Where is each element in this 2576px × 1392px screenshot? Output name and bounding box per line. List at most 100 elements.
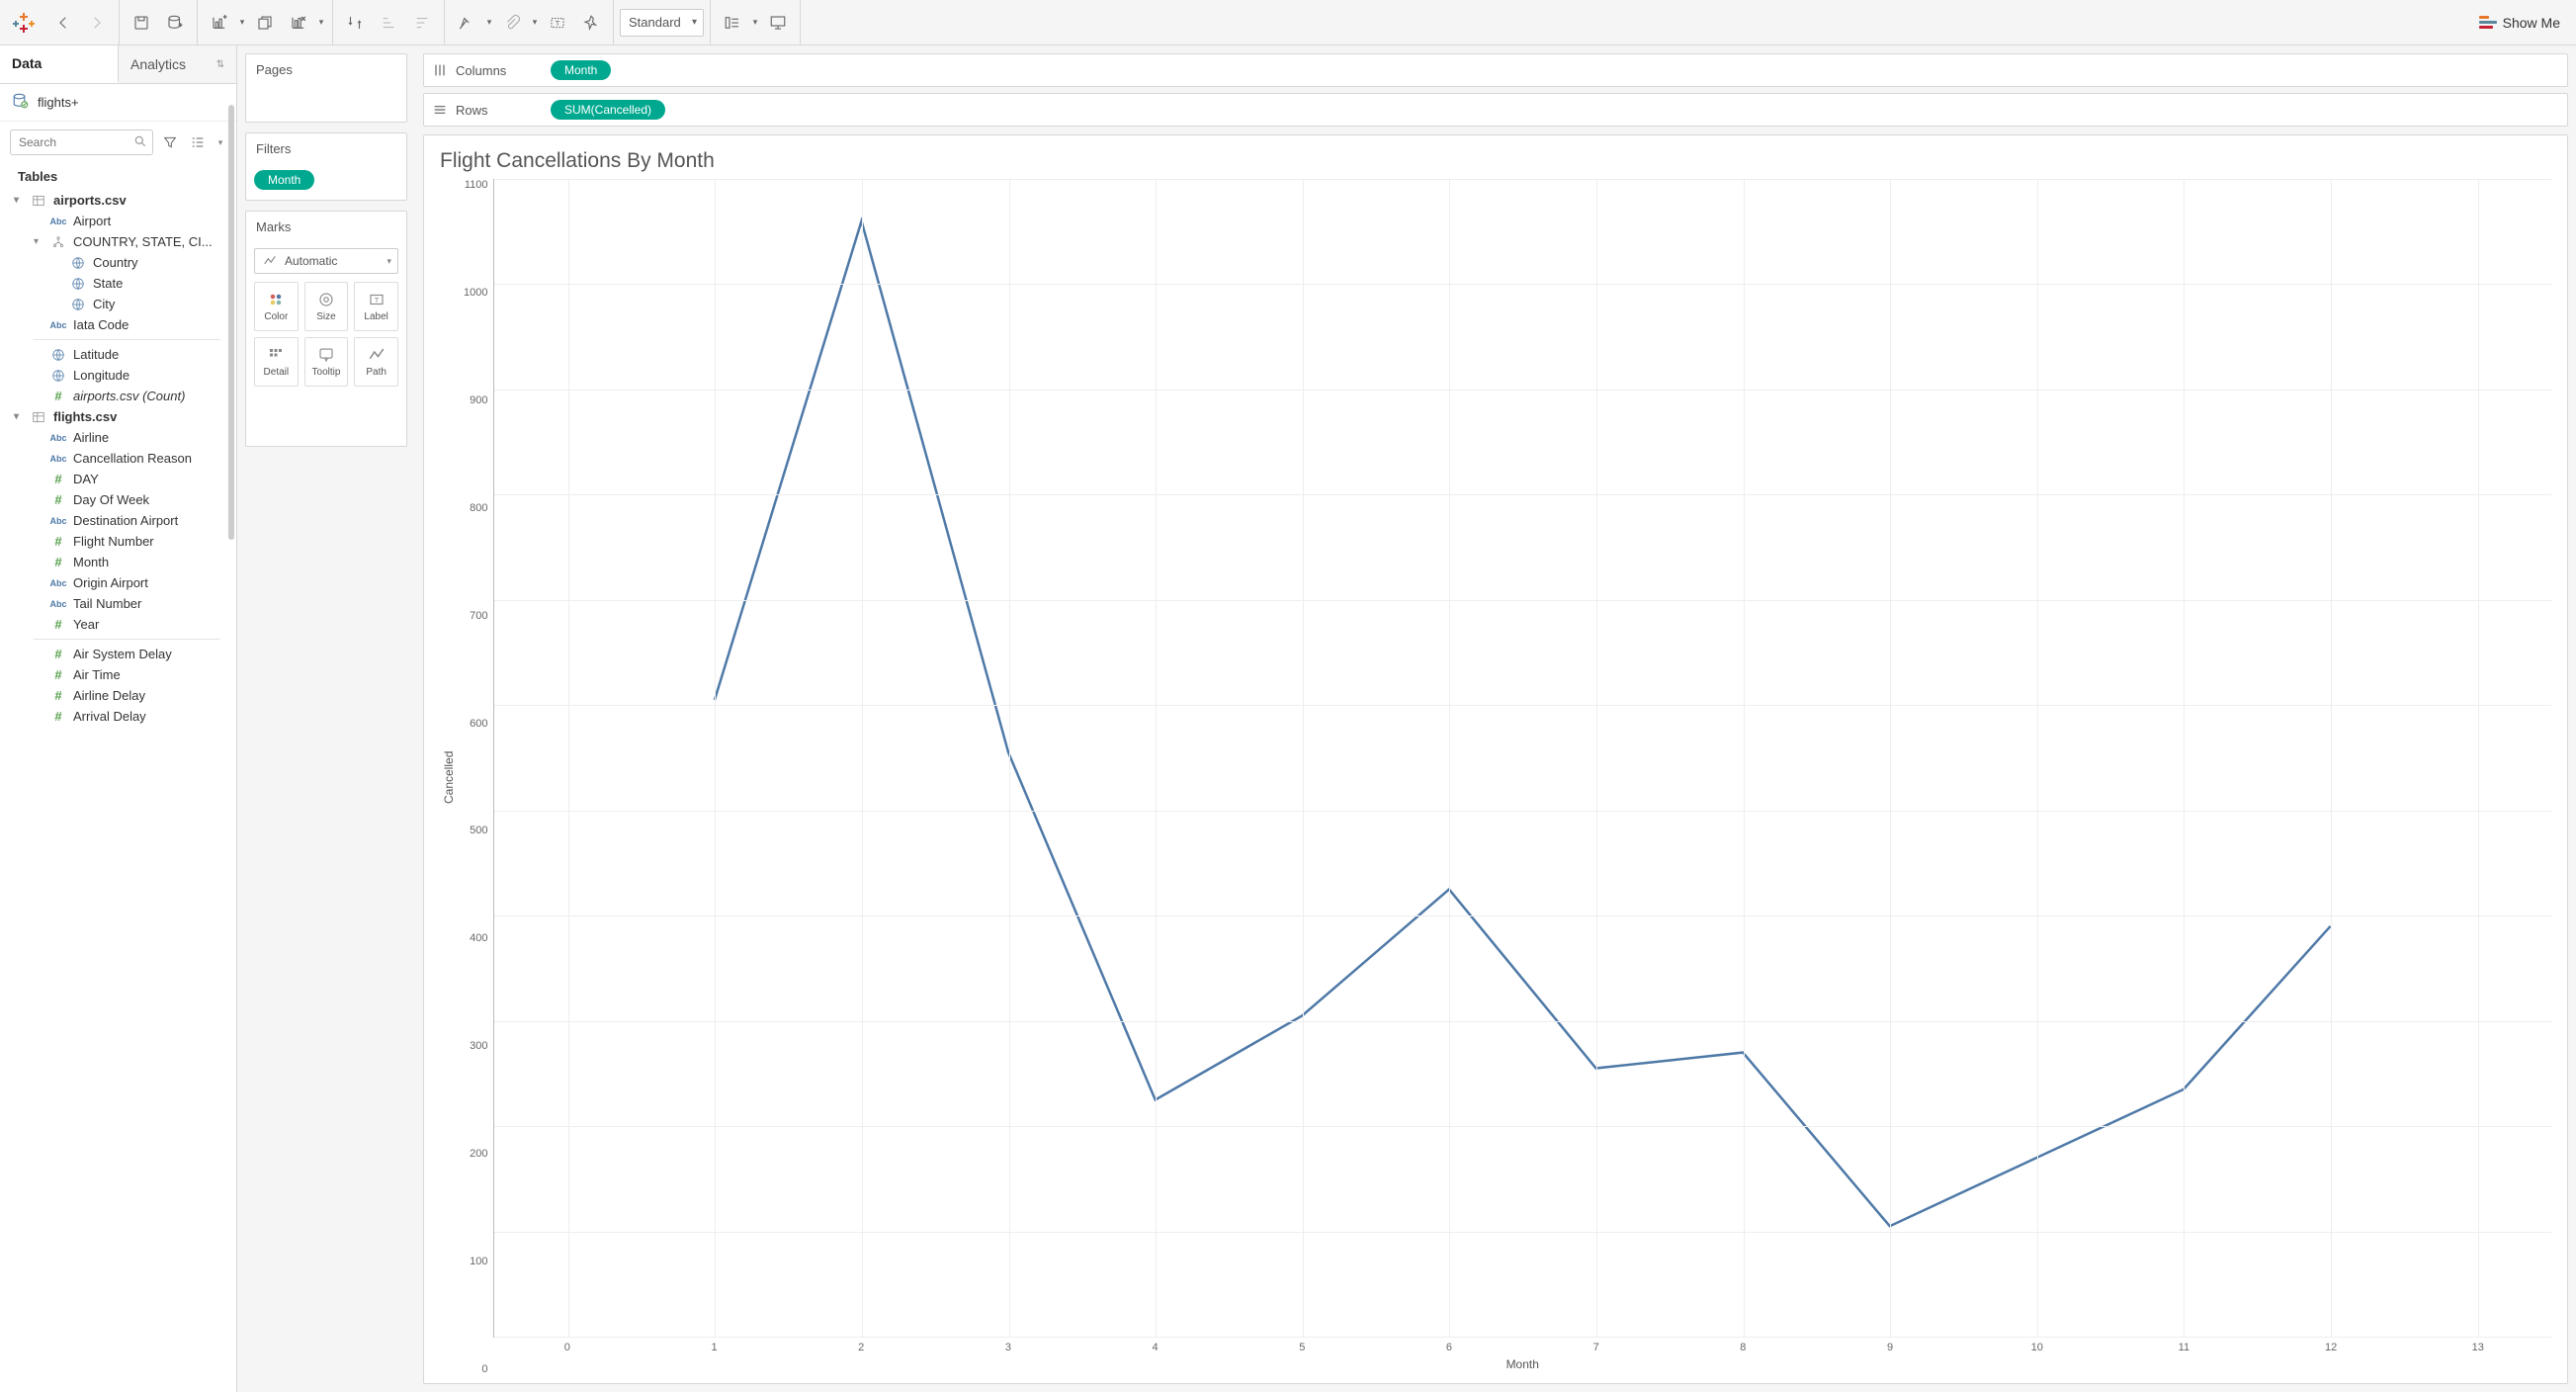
field-row[interactable]: AbcOrigin Airport: [0, 572, 236, 593]
rows-label: Rows: [456, 103, 488, 118]
forward-button[interactable]: [81, 7, 113, 39]
pin-button[interactable]: [575, 7, 607, 39]
marks-title: Marks: [246, 212, 406, 242]
new-worksheet-button[interactable]: [204, 7, 235, 39]
swap-button[interactable]: [339, 7, 371, 39]
show-cards-button[interactable]: [717, 7, 748, 39]
columns-shelf[interactable]: Columns Month: [423, 53, 2568, 87]
field-row[interactable]: #Month: [0, 552, 236, 572]
table-row[interactable]: ▾flights.csv: [0, 406, 236, 427]
marks-label-button[interactable]: TLabel: [354, 282, 398, 331]
svg-text:T: T: [374, 296, 379, 304]
clear-sheet-dropdown[interactable]: ▾: [316, 17, 326, 28]
text-annotation-button[interactable]: T: [542, 7, 573, 39]
field-row[interactable]: #Air System Delay: [0, 644, 236, 664]
datasource-row[interactable]: flights+: [0, 84, 236, 122]
x-axis-ticks: 012345678910111213: [493, 1338, 2551, 1353]
filter-fields-icon[interactable]: [159, 131, 181, 153]
highlight-button[interactable]: [451, 7, 482, 39]
field-row[interactable]: #Day Of Week: [0, 489, 236, 510]
sort-asc-button[interactable]: [373, 7, 404, 39]
datasource-icon: [12, 92, 30, 113]
field-row[interactable]: AbcTail Number: [0, 593, 236, 614]
clear-sheet-button[interactable]: [283, 7, 314, 39]
size-icon: [317, 291, 335, 308]
duplicate-sheet-button[interactable]: [249, 7, 281, 39]
field-row[interactable]: #Airline Delay: [0, 685, 236, 706]
table-row[interactable]: ▾airports.csv: [0, 190, 236, 211]
rows-pill-cancelled[interactable]: SUM(Cancelled): [551, 100, 665, 120]
show-me-button[interactable]: Show Me: [2469, 15, 2570, 31]
field-row[interactable]: State: [0, 273, 236, 294]
columns-pill-month[interactable]: Month: [551, 60, 611, 80]
highlight-dropdown[interactable]: ▾: [484, 17, 494, 28]
y-axis-ticks: 110010009008007006005004003002001000: [458, 179, 493, 1375]
save-button[interactable]: [126, 7, 157, 39]
field-row[interactable]: AbcAirline: [0, 427, 236, 448]
marks-size-button[interactable]: Size: [304, 282, 349, 331]
chart-plot[interactable]: [493, 179, 2551, 1338]
marks-card: Marks Automatic Color Size TLabel Detail…: [245, 211, 407, 447]
presentation-button[interactable]: [762, 7, 794, 39]
field-row[interactable]: City: [0, 294, 236, 314]
filter-pill-month[interactable]: Month: [254, 170, 314, 190]
tab-data[interactable]: Data: [0, 45, 119, 83]
field-row[interactable]: Longitude: [0, 365, 236, 386]
filters-card[interactable]: Filters Month: [245, 132, 407, 201]
field-row[interactable]: AbcIata Code: [0, 314, 236, 335]
attach-dropdown[interactable]: ▾: [530, 17, 540, 28]
marks-color-button[interactable]: Color: [254, 282, 299, 331]
worksheet-area: Columns Month Rows SUM(Cancelled) Flight…: [415, 45, 2576, 1392]
show-me-label: Show Me: [2503, 15, 2560, 31]
detail-icon: [267, 346, 285, 364]
filters-title: Filters: [246, 133, 406, 164]
tableau-logo-icon: [12, 11, 36, 35]
show-cards-dropdown[interactable]: ▾: [750, 17, 760, 28]
datasource-name: flights+: [38, 95, 79, 110]
field-row[interactable]: #Arrival Delay: [0, 706, 236, 727]
field-row[interactable]: Latitude: [0, 344, 236, 365]
chart-title[interactable]: Flight Cancellations By Month: [440, 149, 2551, 173]
svg-text:T: T: [556, 19, 560, 28]
marks-tooltip-button[interactable]: Tooltip: [304, 337, 349, 387]
field-row[interactable]: #Flight Number: [0, 531, 236, 552]
field-row[interactable]: AbcCancellation Reason: [0, 448, 236, 469]
fields-tree: ▾airports.csvAbcAirport▾COUNTRY, STATE, …: [0, 190, 236, 1392]
marks-path-button[interactable]: Path: [354, 337, 398, 387]
label-icon: T: [368, 291, 386, 308]
columns-label: Columns: [456, 63, 506, 78]
view-menu-dropdown[interactable]: ▾: [215, 131, 226, 153]
scrollbar-thumb[interactable]: [228, 105, 234, 540]
data-pane: Data Analytics⇅ flights+ ▾ Tables ▾airpo…: [0, 45, 237, 1392]
search-input[interactable]: [10, 130, 153, 155]
field-row[interactable]: #airports.csv (Count): [0, 386, 236, 406]
x-axis-label: Month: [493, 1353, 2551, 1375]
y-axis-label: Cancelled: [440, 179, 458, 1375]
field-row[interactable]: #DAY: [0, 469, 236, 489]
marks-detail-button[interactable]: Detail: [254, 337, 299, 387]
cards-column: Pages Filters Month Marks Automatic Colo…: [237, 45, 415, 1392]
view-list-icon[interactable]: [187, 131, 209, 153]
viz-canvas[interactable]: Flight Cancellations By Month Cancelled …: [423, 134, 2568, 1384]
sort-desc-button[interactable]: [406, 7, 438, 39]
field-row[interactable]: ▾COUNTRY, STATE, CI...: [0, 231, 236, 252]
back-button[interactable]: [47, 7, 79, 39]
field-row[interactable]: Country: [0, 252, 236, 273]
search-icon: [133, 134, 147, 153]
pages-card[interactable]: Pages: [245, 53, 407, 123]
fit-select[interactable]: Standard: [620, 9, 704, 37]
toolbar: ▾ ▾ ▾ ▾ T Standard ▾ Show Me: [0, 0, 2576, 45]
new-worksheet-dropdown[interactable]: ▾: [237, 17, 247, 28]
tab-analytics[interactable]: Analytics⇅: [119, 45, 236, 83]
field-row[interactable]: #Year: [0, 614, 236, 635]
tables-header: Tables: [0, 163, 236, 190]
field-row[interactable]: #Air Time: [0, 664, 236, 685]
field-row[interactable]: AbcDestination Airport: [0, 510, 236, 531]
mark-type-select[interactable]: Automatic: [254, 248, 398, 274]
rows-shelf[interactable]: Rows SUM(Cancelled): [423, 93, 2568, 127]
new-datasource-button[interactable]: [159, 7, 191, 39]
path-icon: [368, 346, 386, 364]
field-row[interactable]: AbcAirport: [0, 211, 236, 231]
attach-button[interactable]: [496, 7, 528, 39]
show-me-icon: [2479, 16, 2497, 30]
